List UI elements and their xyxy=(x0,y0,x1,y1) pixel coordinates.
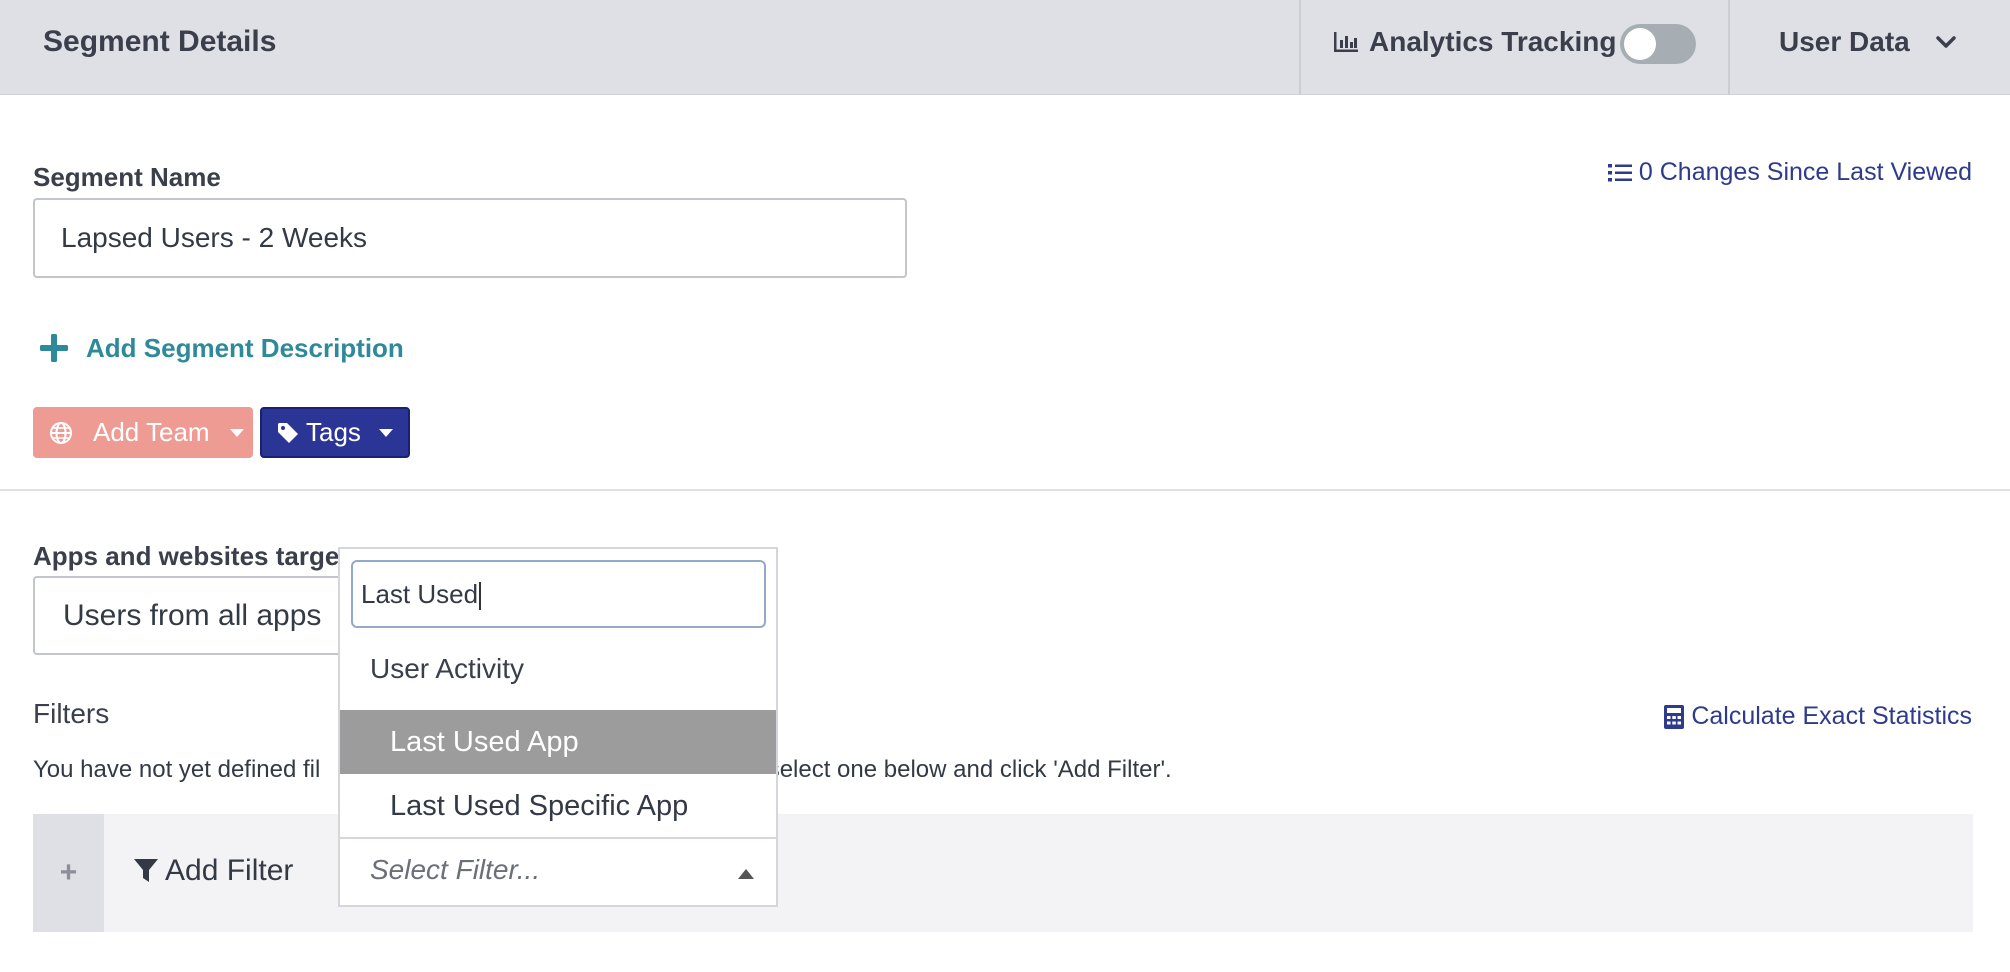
tags-label: Tags xyxy=(306,417,361,447)
analytics-tracking: Analytics Tracking xyxy=(1333,26,1616,58)
segment-name-input[interactable]: Lapsed Users - 2 Weeks xyxy=(33,198,907,278)
segment-name-label: Segment Name xyxy=(33,162,221,192)
calculate-exact-statistics-label: Calculate Exact Statistics xyxy=(1691,702,1972,730)
filter-search-value: Last Used xyxy=(361,579,479,609)
add-filter-bar: + Add Filter xyxy=(33,814,1973,932)
add-team-button[interactable]: Add Team xyxy=(33,407,253,458)
globe-icon xyxy=(50,421,72,444)
top-header: Segment Details Analytics Tracking User … xyxy=(0,0,2010,95)
changes-since-last-viewed-link[interactable]: 0 Changes Since Last Viewed xyxy=(1607,158,1972,187)
caret-up-icon[interactable] xyxy=(738,869,754,879)
user-data-menu[interactable]: User Data xyxy=(1779,26,1956,58)
apps-targeted-label: Apps and websites targete xyxy=(33,541,363,571)
header-divider xyxy=(1299,0,1301,95)
user-data-label: User Data xyxy=(1779,26,1910,57)
chevron-down-icon xyxy=(1935,36,1956,48)
add-segment-description-button[interactable]: Add Segment Description xyxy=(38,332,404,364)
caret-down-icon xyxy=(378,428,393,437)
tags-button[interactable]: Tags xyxy=(260,407,410,458)
text-cursor xyxy=(479,582,482,611)
changes-label: 0 Changes Since Last Viewed xyxy=(1638,158,1972,186)
bar-chart-icon xyxy=(1334,32,1358,52)
calculate-exact-statistics-link[interactable]: Calculate Exact Statistics xyxy=(1663,702,1972,731)
page-title: Segment Details xyxy=(43,25,277,58)
calculator-icon xyxy=(1664,704,1685,729)
section-divider xyxy=(0,489,2010,491)
plus-icon xyxy=(40,334,68,362)
caret-down-icon xyxy=(229,428,244,437)
filters-note-left: You have not yet defined fil xyxy=(33,756,321,783)
dropdown-divider xyxy=(340,837,776,839)
filter-search-input[interactable]: Last Used xyxy=(351,560,766,628)
filters-heading: Filters xyxy=(33,698,110,729)
add-team-label: Add Team xyxy=(93,417,210,447)
plus-icon[interactable]: + xyxy=(33,814,104,932)
option-last-used-specific-app[interactable]: Last Used Specific App xyxy=(340,774,776,838)
option-group-label: User Activity xyxy=(370,653,525,684)
add-segment-description-label: Add Segment Description xyxy=(86,332,404,363)
filter-select-dropdown: Last Used User Activity Last Used App La… xyxy=(338,547,778,907)
analytics-tracking-toggle[interactable] xyxy=(1620,24,1696,64)
filters-note-right: er, select one below and click 'Add Filt… xyxy=(734,756,1172,783)
add-filter-label: Add Filter xyxy=(165,854,294,887)
filter-icon xyxy=(134,859,158,882)
option-last-used-app[interactable]: Last Used App xyxy=(340,710,776,774)
add-filter-button[interactable]: Add Filter xyxy=(133,854,293,888)
analytics-tracking-label: Analytics Tracking xyxy=(1369,26,1617,57)
tag-icon xyxy=(278,422,298,443)
header-divider xyxy=(1728,0,1730,95)
toggle-knob xyxy=(1624,28,1656,60)
list-icon xyxy=(1607,163,1632,181)
select-filter-placeholder[interactable]: Select Filter... xyxy=(370,854,540,886)
